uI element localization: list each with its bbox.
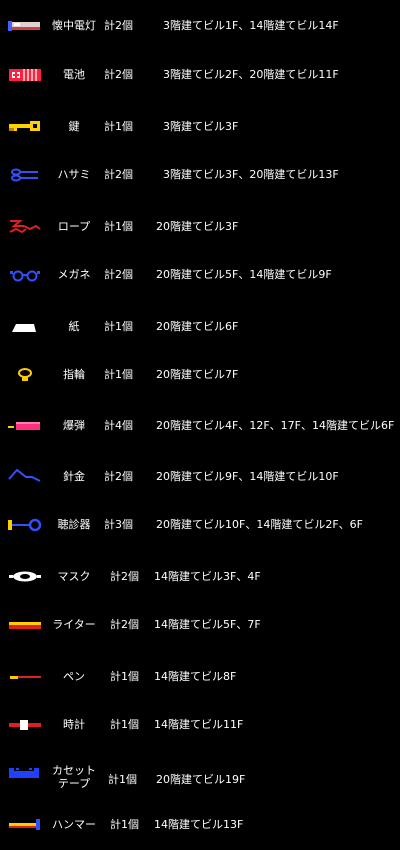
item-row: カセット テープ 計1個 20階建てビル19F <box>0 764 400 792</box>
item-name: 時計 <box>63 718 85 731</box>
item-location: 20階建てビル5F、14階建てビル9F <box>156 268 332 281</box>
item-name: 鍵 <box>68 120 80 133</box>
dynamite-icon <box>6 414 44 438</box>
item-count: 計2個 <box>104 68 133 81</box>
item-row: 針金 計2個 20階建てビル9F、14階建てビル10F <box>0 465 400 489</box>
item-location: 20階建てビル9F、14階建てビル10F <box>156 470 339 483</box>
item-count: 計1個 <box>110 818 139 831</box>
item-name: メガネ <box>57 268 91 281</box>
item-count: 計1個 <box>108 773 137 786</box>
hammer-icon <box>6 813 44 837</box>
item-count: 計2個 <box>104 19 133 32</box>
item-name: 針金 <box>63 470 85 483</box>
item-count: 計2個 <box>104 470 133 483</box>
item-row: 鍵 計1個 3階建てビル3F <box>0 115 400 139</box>
item-name: ライター <box>52 618 96 631</box>
item-name: ハサミ <box>57 168 91 181</box>
item-count: 計2個 <box>104 268 133 281</box>
item-location: 20階建てビル4F、12F、17F、14階建てビル6F <box>156 419 395 432</box>
item-location: 14階建てビル3F、4F <box>154 570 261 583</box>
item-count: 計3個 <box>104 518 133 531</box>
item-name: ペン <box>63 670 85 683</box>
key-icon <box>6 115 44 139</box>
item-location: 20階建てビル7F <box>156 368 239 381</box>
item-location: 20階建てビル10F、14階建てビル2F、6F <box>156 518 363 531</box>
item-row: ロープ 計1個 20階建てビル3F <box>0 215 400 239</box>
item-location: 3階建てビル2F、20階建てビル11F <box>163 68 339 81</box>
item-location: 3階建てビル1F、14階建てビル14F <box>163 19 339 32</box>
paper-icon <box>6 315 44 339</box>
item-count: 計1個 <box>104 368 133 381</box>
mask-icon <box>6 565 44 589</box>
item-location: 20階建てビル3F <box>156 220 239 233</box>
item-name: 聴診器 <box>57 518 91 531</box>
item-row: 聴診器 計3個 20階建てビル10F、14階建てビル2F、6F <box>0 513 400 537</box>
item-row: ペン 計1個 14階建てビル8F <box>0 665 400 689</box>
stethoscope-icon <box>6 513 44 537</box>
item-location: 3階建てビル3F、20階建てビル13F <box>163 168 339 181</box>
wire-icon <box>6 465 44 489</box>
item-row: マスク 計2個 14階建てビル3F、4F <box>0 565 400 589</box>
item-location: 14階建てビル8F <box>154 670 237 683</box>
item-location: 20階建てビル19F <box>156 773 246 786</box>
item-location: 3階建てビル3F <box>163 120 239 133</box>
item-row: 懐中電灯 計2個 3階建てビル1F、14階建てビル14F <box>0 14 400 38</box>
item-name: 指輪 <box>63 368 85 381</box>
item-name: 懐中電灯 <box>52 19 96 32</box>
ring-icon <box>6 363 44 387</box>
item-name: 爆弾 <box>63 419 85 432</box>
item-row: 紙 計1個 20階建てビル6F <box>0 315 400 339</box>
item-row: 電池 計2個 3階建てビル2F、20階建てビル11F <box>0 63 400 87</box>
item-count: 計2個 <box>110 570 139 583</box>
item-name: マスク <box>57 570 91 583</box>
item-location: 14階建てビル5F、7F <box>154 618 261 631</box>
battery-icon <box>6 63 44 87</box>
item-row: ライター 計2個 14階建てビル5F、7F <box>0 613 400 637</box>
item-count: 計1個 <box>110 718 139 731</box>
item-count: 計1個 <box>104 320 133 333</box>
item-location: 20階建てビル6F <box>156 320 239 333</box>
item-row: ハサミ 計2個 3階建てビル3F、20階建てビル13F <box>0 163 400 187</box>
item-count: 計1個 <box>104 120 133 133</box>
pen-icon <box>6 665 44 689</box>
watch-icon <box>6 713 44 737</box>
item-row: 指輪 計1個 20階建てビル7F <box>0 363 400 387</box>
item-count: 計4個 <box>104 419 133 432</box>
cassette-tape-icon <box>6 768 44 792</box>
item-name: ハンマー <box>52 818 96 831</box>
item-location: 14階建てビル13F <box>154 818 244 831</box>
lighter-icon <box>6 613 44 637</box>
item-count: 計1個 <box>110 670 139 683</box>
item-count: 計2個 <box>104 168 133 181</box>
rope-icon <box>6 215 44 239</box>
item-name: カセット テープ <box>52 764 96 790</box>
item-row: ハンマー 計1個 14階建てビル13F <box>0 813 400 837</box>
item-row: 時計 計1個 14階建てビル11F <box>0 713 400 737</box>
flashlight-icon <box>6 14 44 38</box>
glasses-icon <box>6 263 44 287</box>
item-row: 爆弾 計4個 20階建てビル4F、12F、17F、14階建てビル6F <box>0 414 400 438</box>
item-name: 電池 <box>63 68 85 81</box>
item-row: メガネ 計2個 20階建てビル5F、14階建てビル9F <box>0 263 400 287</box>
scissors-icon <box>6 163 44 187</box>
item-list: 懐中電灯 計2個 3階建てビル1F、14階建てビル14F 電池 計2個 3階建て… <box>0 0 400 850</box>
item-location: 14階建てビル11F <box>154 718 244 731</box>
item-name: ロープ <box>57 220 91 233</box>
item-count: 計1個 <box>104 220 133 233</box>
item-name: 紙 <box>68 320 80 333</box>
item-count: 計2個 <box>110 618 139 631</box>
